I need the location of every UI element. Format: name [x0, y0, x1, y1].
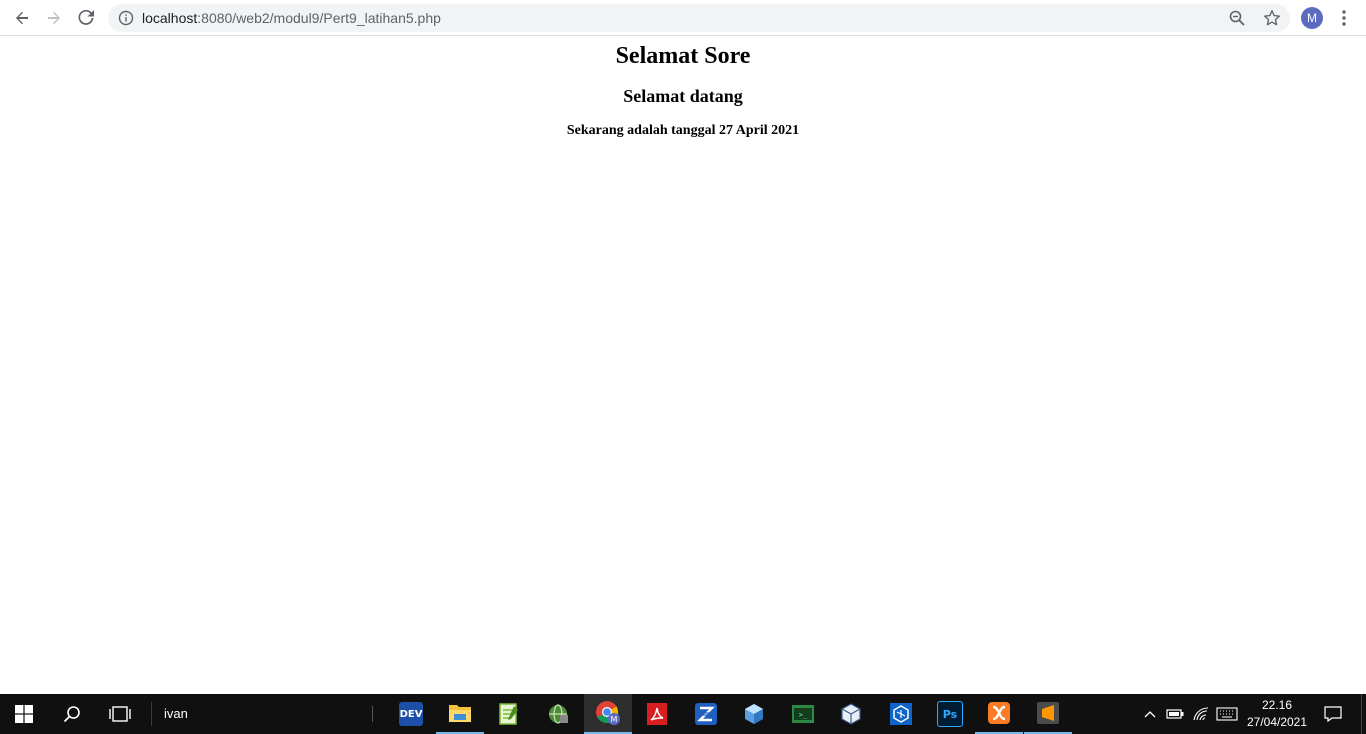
battery-button[interactable] — [1164, 694, 1186, 734]
task-view-icon — [109, 706, 131, 722]
pdf-icon — [647, 703, 667, 725]
start-button[interactable] — [0, 694, 48, 734]
zoom-icon[interactable] — [1229, 10, 1245, 26]
virtualbox-icon — [841, 703, 861, 725]
taskbar-app-chrome[interactable]: M — [584, 694, 632, 734]
editor-icon — [890, 703, 912, 725]
sublime-icon — [1037, 702, 1059, 724]
taskbar: ivan DEV M >_ Ps 22.16 27/04/2021 — [0, 694, 1366, 734]
windows-icon — [15, 705, 33, 723]
keyboard-icon — [1216, 707, 1238, 721]
url-text[interactable]: localhost:8080/web2/modul9/Pert9_latihan… — [142, 10, 441, 26]
url-host: localhost — [142, 10, 198, 26]
cube-icon — [745, 704, 763, 724]
profile-avatar[interactable]: M — [1301, 7, 1323, 29]
taskbar-app-devcpp[interactable]: DEV — [387, 694, 435, 734]
address-bar[interactable]: localhost:8080/web2/modul9/Pert9_latihan… — [108, 4, 1290, 32]
photoshop-icon: Ps — [937, 701, 963, 727]
taskbar-app-xampp[interactable] — [975, 694, 1023, 734]
arrow-right-icon — [48, 11, 60, 25]
search-button[interactable] — [48, 694, 96, 734]
svg-text:>_: >_ — [799, 711, 808, 719]
reload-icon — [78, 10, 94, 25]
arrow-left-icon — [16, 11, 28, 25]
chevron-up-icon — [1144, 711, 1156, 718]
taskbar-app-photoshop[interactable]: Ps — [926, 694, 974, 734]
url-path: :8080/web2/modul9/Pert9_latihan5.php — [197, 10, 441, 26]
taskbar-app-terminal[interactable]: >_ — [779, 694, 827, 734]
taskbar-app-acrobat[interactable] — [633, 694, 681, 734]
tray-overflow-button[interactable] — [1140, 694, 1160, 734]
divider — [372, 706, 373, 722]
wifi-icon — [1193, 707, 1209, 721]
greeting-heading: Selamat Sore — [615, 43, 751, 69]
reload-button[interactable] — [72, 4, 100, 32]
info-icon[interactable] — [118, 10, 134, 26]
xampp-icon — [988, 702, 1010, 724]
taskbar-app-zend[interactable] — [682, 694, 730, 734]
back-button[interactable] — [8, 4, 36, 32]
taskbar-app-network[interactable] — [534, 694, 582, 734]
divider — [151, 702, 152, 726]
forward-button[interactable] — [40, 4, 68, 32]
notepad-icon — [499, 703, 518, 725]
kebab-menu-icon[interactable] — [1336, 8, 1352, 28]
clock-time: 22.16 — [1261, 698, 1293, 712]
show-desktop-button[interactable] — [1361, 694, 1366, 734]
taskbar-app-sublime[interactable] — [1024, 694, 1072, 734]
taskbar-app-virtualbox[interactable] — [827, 694, 875, 734]
notification-icon — [1324, 706, 1342, 722]
globe-tool-icon — [549, 704, 568, 724]
star-icon[interactable] — [1263, 9, 1281, 27]
taskbar-app-3d[interactable] — [730, 694, 778, 734]
devcpp-icon: DEV — [399, 702, 423, 726]
search-icon — [63, 706, 80, 723]
taskbar-app-notepadpp[interactable] — [485, 694, 533, 734]
welcome-heading: Selamat datang — [623, 86, 743, 106]
clock[interactable]: 22.16 27/04/2021 — [1244, 697, 1310, 731]
taskbar-app-editor[interactable] — [877, 694, 925, 734]
svg-text:M: M — [611, 715, 618, 724]
chrome-icon: M — [596, 701, 620, 725]
browser-toolbar: localhost:8080/web2/modul9/Pert9_latihan… — [0, 0, 1366, 36]
taskbar-search-text[interactable]: ivan — [164, 706, 188, 721]
action-center-button[interactable] — [1318, 694, 1348, 734]
network-button[interactable] — [1190, 694, 1212, 734]
keyboard-button[interactable] — [1214, 694, 1240, 734]
page-content: Selamat Sore Selamat datang Sekarang ada… — [0, 37, 1366, 694]
task-view-button[interactable] — [96, 694, 144, 734]
clock-date: 27/04/2021 — [1246, 715, 1308, 729]
battery-icon — [1166, 709, 1184, 719]
folder-icon — [449, 705, 471, 722]
date-heading: Sekarang adalah tanggal 27 April 2021 — [566, 123, 800, 138]
taskbar-app-file-explorer[interactable] — [436, 694, 484, 734]
zend-icon — [695, 703, 717, 725]
terminal-icon: >_ — [792, 705, 814, 723]
